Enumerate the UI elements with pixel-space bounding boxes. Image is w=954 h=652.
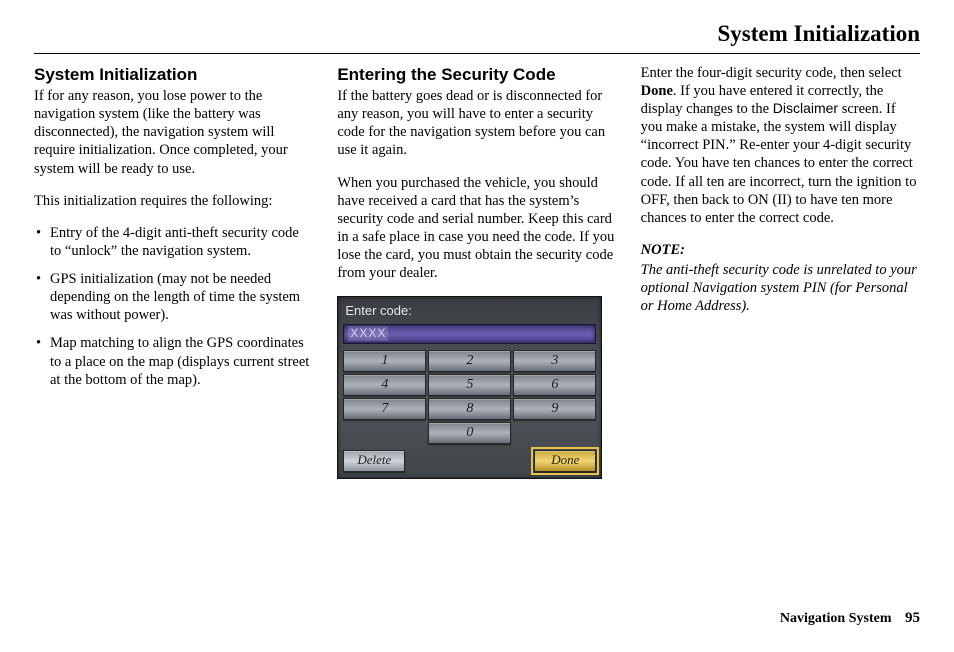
key-8[interactable]: 8	[428, 398, 511, 420]
page-number: 95	[905, 610, 920, 626]
delete-button[interactable]: Delete	[343, 450, 405, 472]
disclaimer-label: Disclaimer	[773, 100, 838, 116]
page-header-title: System Initialization	[34, 20, 920, 53]
key-6[interactable]: 6	[513, 374, 596, 396]
list-item: Map matching to align the GPS coordinate…	[36, 334, 313, 388]
key-3[interactable]: 3	[513, 350, 596, 372]
keypad-panel: Enter code: XXXX 1 2 3 4 5 6 7 8 9 0 Del…	[337, 296, 602, 478]
para-enter-code: Enter the four-digit security code, then…	[641, 64, 920, 227]
note-body: The anti-theft security code is unrelate…	[641, 261, 920, 315]
done-button[interactable]: Done	[534, 450, 596, 472]
init-bullet-list: Entry of the 4-digit anti-theft security…	[34, 224, 313, 389]
key-4[interactable]: 4	[343, 374, 426, 396]
keypad-grid: 1 2 3 4 5 6 7 8 9 0	[343, 350, 596, 444]
key-1[interactable]: 1	[343, 350, 426, 372]
header-rule	[34, 53, 920, 54]
para-code-intro: If the battery goes dead or is disconnec…	[337, 87, 616, 160]
para-init-intro: If for any reason, you lose power to the…	[34, 87, 313, 178]
keypad-prompt: Enter code:	[345, 303, 596, 319]
para-init-requires: This initialization requires the followi…	[34, 192, 313, 210]
section-heading-init: System Initialization	[34, 64, 313, 85]
content-columns: System Initialization If for any reason,…	[34, 64, 920, 479]
keypad-value: XXXX	[348, 326, 388, 341]
para-code-card: When you purchased the vehicle, you shou…	[337, 174, 616, 283]
column-1: System Initialization If for any reason,…	[34, 64, 313, 479]
list-item: Entry of the 4-digit anti-theft security…	[36, 224, 313, 260]
key-0[interactable]: 0	[428, 422, 511, 444]
keypad-actions: Delete Done	[343, 450, 596, 472]
footer-label: Navigation System	[780, 611, 892, 626]
key-7[interactable]: 7	[343, 398, 426, 420]
section-heading-code: Entering the Security Code	[337, 64, 616, 85]
text-run: Enter the four-digit security code, then…	[641, 65, 902, 81]
key-2[interactable]: 2	[428, 350, 511, 372]
column-2: Entering the Security Code If the batter…	[337, 64, 616, 479]
key-9[interactable]: 9	[513, 398, 596, 420]
page-footer: Navigation System 95	[780, 609, 920, 628]
bold-done: Done	[641, 83, 673, 99]
list-item: GPS initialization (may not be needed de…	[36, 270, 313, 324]
key-5[interactable]: 5	[428, 374, 511, 396]
text-run: screen. If you make a mistake, the syste…	[641, 101, 917, 226]
keypad-input[interactable]: XXXX	[343, 324, 596, 344]
note-label: NOTE:	[641, 241, 920, 259]
column-3: Enter the four-digit security code, then…	[641, 64, 920, 479]
